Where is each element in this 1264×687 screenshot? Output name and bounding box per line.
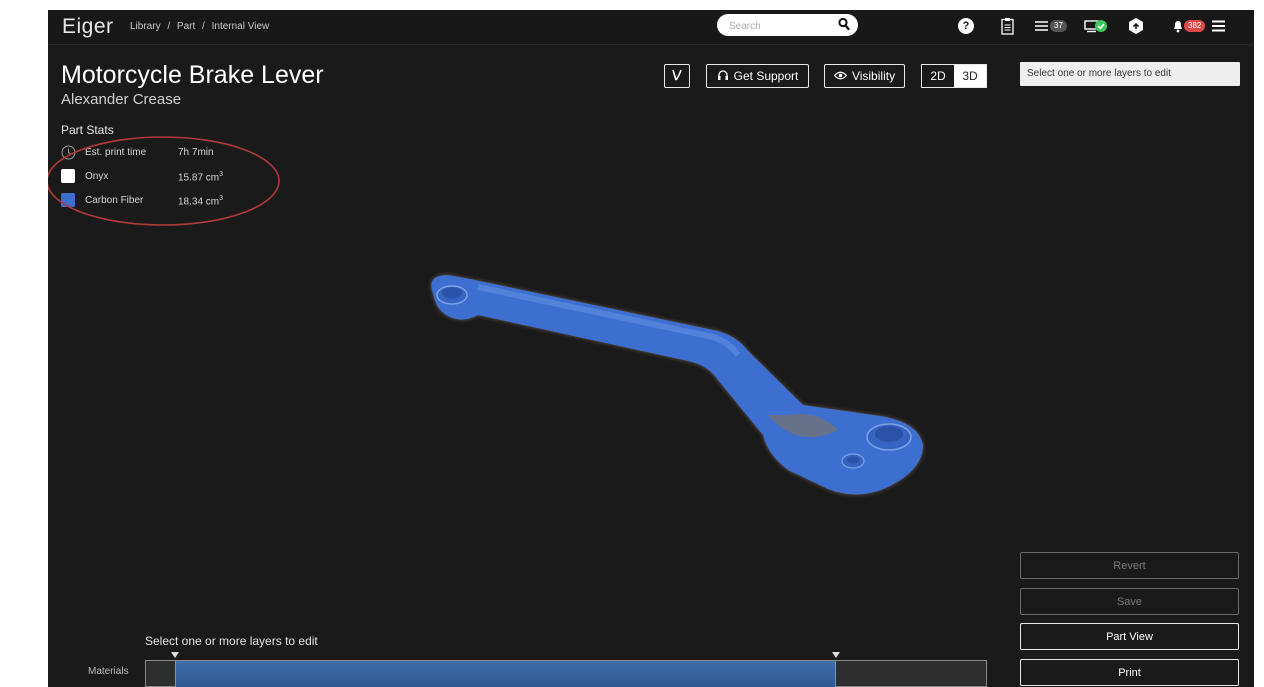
alerts-count-badge: 382	[1184, 20, 1206, 32]
print-button[interactable]: Print	[1020, 659, 1239, 686]
printer-status-icon[interactable]	[1084, 16, 1108, 36]
search-box[interactable]	[717, 14, 858, 36]
app-logo[interactable]: Eiger	[62, 15, 114, 39]
part-owner: Alexander Crease	[61, 91, 182, 108]
view-mode-toggle: 2D 3D	[921, 64, 987, 88]
eye-icon	[833, 69, 848, 83]
search-input[interactable]	[727, 17, 831, 35]
fork-icon	[671, 68, 683, 85]
page-title: Motorcycle Brake Lever	[61, 61, 324, 89]
part-view-button[interactable]: Part View	[1020, 623, 1239, 650]
top-bar: Eiger Library / Part / Internal View ? 3…	[48, 10, 1254, 45]
visibility-button[interactable]: Visibility	[824, 64, 905, 88]
breadcrumb-library[interactable]: Library	[130, 21, 161, 32]
view-2d-button[interactable]: 2D	[922, 65, 954, 87]
layer-range-end-handle[interactable]	[832, 652, 840, 658]
visibility-label: Visibility	[851, 69, 896, 83]
breadcrumb-internal-view: Internal View	[211, 21, 270, 32]
revert-button[interactable]: Revert	[1020, 552, 1239, 579]
layer-range-selection[interactable]	[175, 661, 836, 687]
print-queue-icon[interactable]: 37	[1035, 16, 1067, 36]
materials-label: Materials	[88, 666, 129, 677]
clipboard-icon[interactable]	[1001, 16, 1014, 36]
layer-hint: Select one or more layers to edit	[145, 634, 318, 648]
layer-range-start-handle[interactable]	[171, 652, 179, 658]
hamburger-menu-icon[interactable]	[1212, 16, 1225, 36]
part-3d-model[interactable]	[418, 265, 958, 505]
get-support-label: Get Support	[733, 69, 799, 83]
save-button[interactable]: Save	[1020, 588, 1239, 615]
breadcrumb-separator: /	[167, 21, 171, 32]
get-support-button[interactable]: Get Support	[706, 64, 809, 88]
breadcrumb: Library / Part / Internal View	[130, 21, 273, 32]
view-3d-button[interactable]: 3D	[954, 65, 986, 87]
layer-select-field[interactable]: Select one or more layers to edit	[1020, 62, 1240, 86]
queue-count-badge: 37	[1050, 20, 1067, 32]
breadcrumb-separator: /	[202, 21, 205, 32]
fork-button[interactable]	[664, 64, 690, 88]
breadcrumb-part[interactable]: Part	[177, 21, 195, 32]
notifications-bell-icon[interactable]: 382	[1173, 16, 1206, 36]
headset-icon	[717, 69, 729, 84]
upload-icon[interactable]	[1129, 16, 1143, 36]
search-icon[interactable]	[838, 17, 850, 36]
app-window: Eiger Library / Part / Internal View ? 3…	[48, 10, 1254, 687]
help-icon[interactable]: ?	[958, 16, 974, 36]
annotation-ellipse	[48, 136, 280, 226]
